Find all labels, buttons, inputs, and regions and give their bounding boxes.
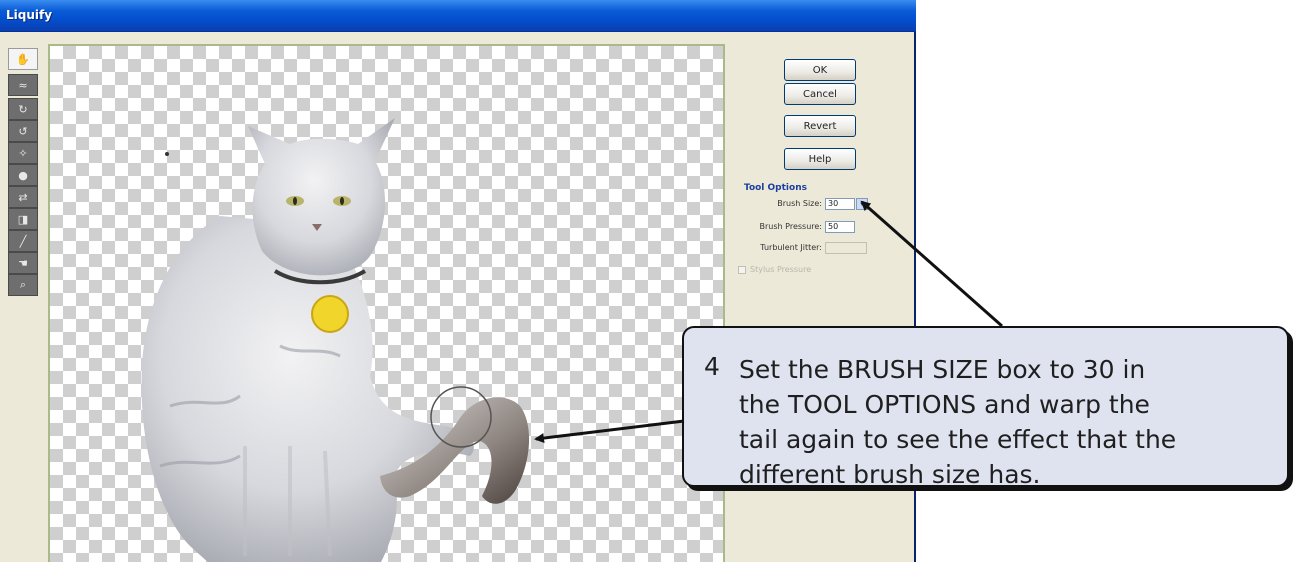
bloat-tool-icon[interactable]: ● xyxy=(8,164,38,186)
stylus-pressure-checkbox[interactable] xyxy=(738,266,746,274)
window-title: Liquify xyxy=(6,8,53,22)
hand-tool-icon[interactable]: ☚ xyxy=(8,252,38,274)
stylus-pressure-label: Stylus Pressure xyxy=(750,265,812,274)
warp-tool-icon[interactable]: ✋ xyxy=(8,48,38,70)
brush-pressure-field[interactable]: 50 xyxy=(825,221,855,233)
turbulence-tool-icon[interactable]: ≈ xyxy=(8,74,38,96)
step-number: 4 xyxy=(704,352,720,381)
shift-pixels-icon[interactable]: ⇄ xyxy=(8,186,38,208)
revert-button[interactable]: Revert xyxy=(784,115,856,137)
instruction-line: Set the BRUSH SIZE box to 30 in xyxy=(739,355,1146,384)
preview-canvas[interactable] xyxy=(48,44,725,562)
turbulent-jitter-field[interactable] xyxy=(825,242,867,254)
twirl-clockwise-icon[interactable]: ↻ xyxy=(8,98,38,120)
cancel-button[interactable]: Cancel xyxy=(784,83,856,105)
twirl-counterclockwise-icon[interactable]: ↺ xyxy=(8,120,38,142)
brush-pressure-label: Brush Pressure: xyxy=(759,222,822,231)
instruction-line: tail again to see the effect that the xyxy=(739,425,1177,454)
instruction-text: Set the BRUSH SIZE box to 30 in the TOOL… xyxy=(739,352,1259,492)
liquify-toolbar: ✋ ≈ ↻ ↺ ✧ ● ⇄ ◨ ╱ ☚ ⌕ xyxy=(8,48,38,296)
instruction-line: the TOOL OPTIONS and warp the xyxy=(739,390,1150,419)
instruction-line: different brush size has. xyxy=(739,460,1041,489)
instruction-callout: 4 Set the BRUSH SIZE box to 30 in the TO… xyxy=(682,326,1289,489)
help-button[interactable]: Help xyxy=(784,148,856,170)
tool-options-title: Tool Options xyxy=(744,183,807,193)
zoom-tool-icon[interactable]: ⌕ xyxy=(8,274,38,296)
title-bar: Liquify xyxy=(0,0,916,32)
reflection-tool-icon[interactable]: ◨ xyxy=(8,208,38,230)
turbulent-jitter-label: Turbulent Jitter: xyxy=(760,243,822,252)
pucker-tool-icon[interactable]: ✧ xyxy=(8,142,38,164)
ok-button[interactable]: OK xyxy=(784,59,856,81)
cat-image xyxy=(141,118,530,562)
brush-size-label: Brush Size: xyxy=(777,199,822,208)
brush-size-field[interactable]: 30 xyxy=(825,198,855,210)
reconstruct-tool-icon[interactable]: ╱ xyxy=(8,230,38,252)
brush-size-spinner-icon[interactable]: ▾ xyxy=(856,198,868,210)
